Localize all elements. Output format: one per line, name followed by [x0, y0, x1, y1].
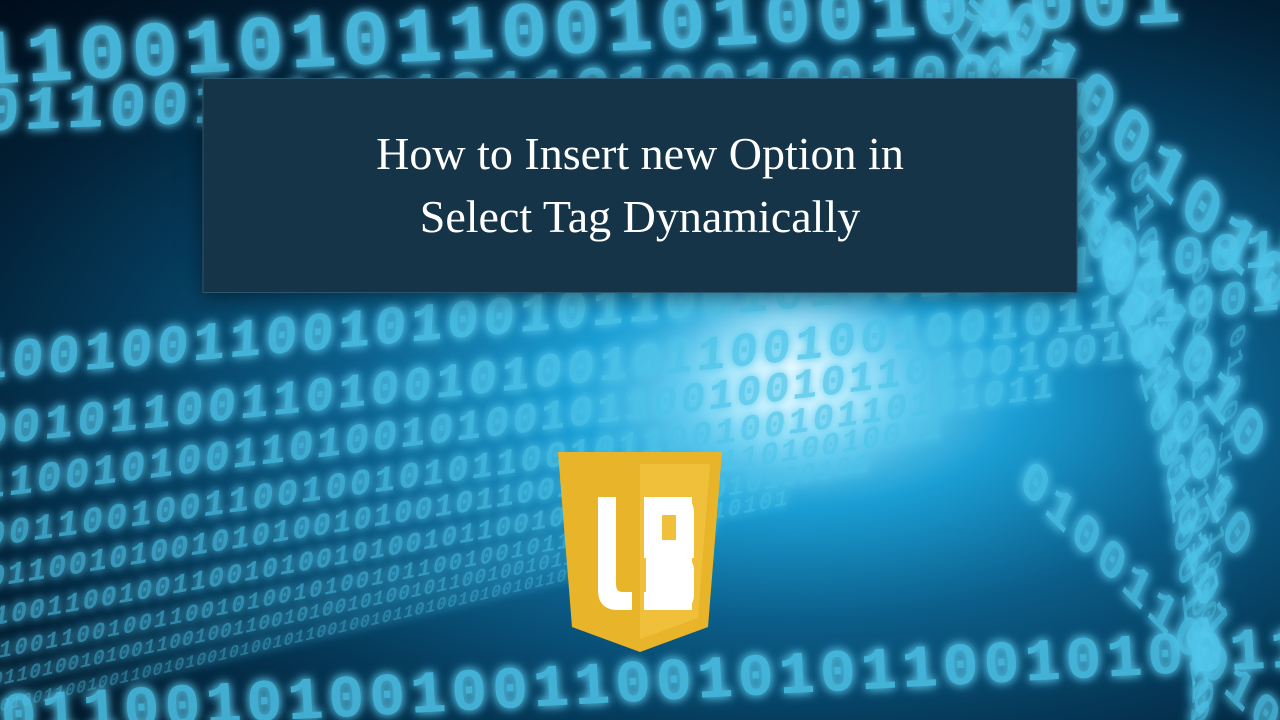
title-text: How to Insert new Option in Select Tag D… — [376, 123, 904, 247]
binary-ring: 0010011001001100101001010010110010010110… — [0, 449, 873, 641]
js-shield-icon — [550, 452, 730, 657]
binary-ring: 0011001010010101 — [1054, 68, 1235, 661]
binary-ring: 0100101100110100101001011001001001011010… — [0, 266, 1280, 468]
binary-ring: 0100110010100101011 — [1174, 317, 1249, 720]
binary-ring: 010011001010 — [1010, 449, 1280, 720]
title-line-2: Select Tag Dynamically — [420, 191, 860, 242]
title-panel: How to Insert new Option in Select Tag D… — [203, 78, 1078, 293]
binary-ring: 0010011001001100101001010010110010010110… — [0, 549, 645, 720]
title-line-1: How to Insert new Option in — [376, 128, 904, 179]
javascript-logo — [550, 452, 730, 657]
binary-ring: 01001100101001010 — [1122, 150, 1220, 720]
binary-ring: 010011001010010101 — [1185, 248, 1213, 720]
